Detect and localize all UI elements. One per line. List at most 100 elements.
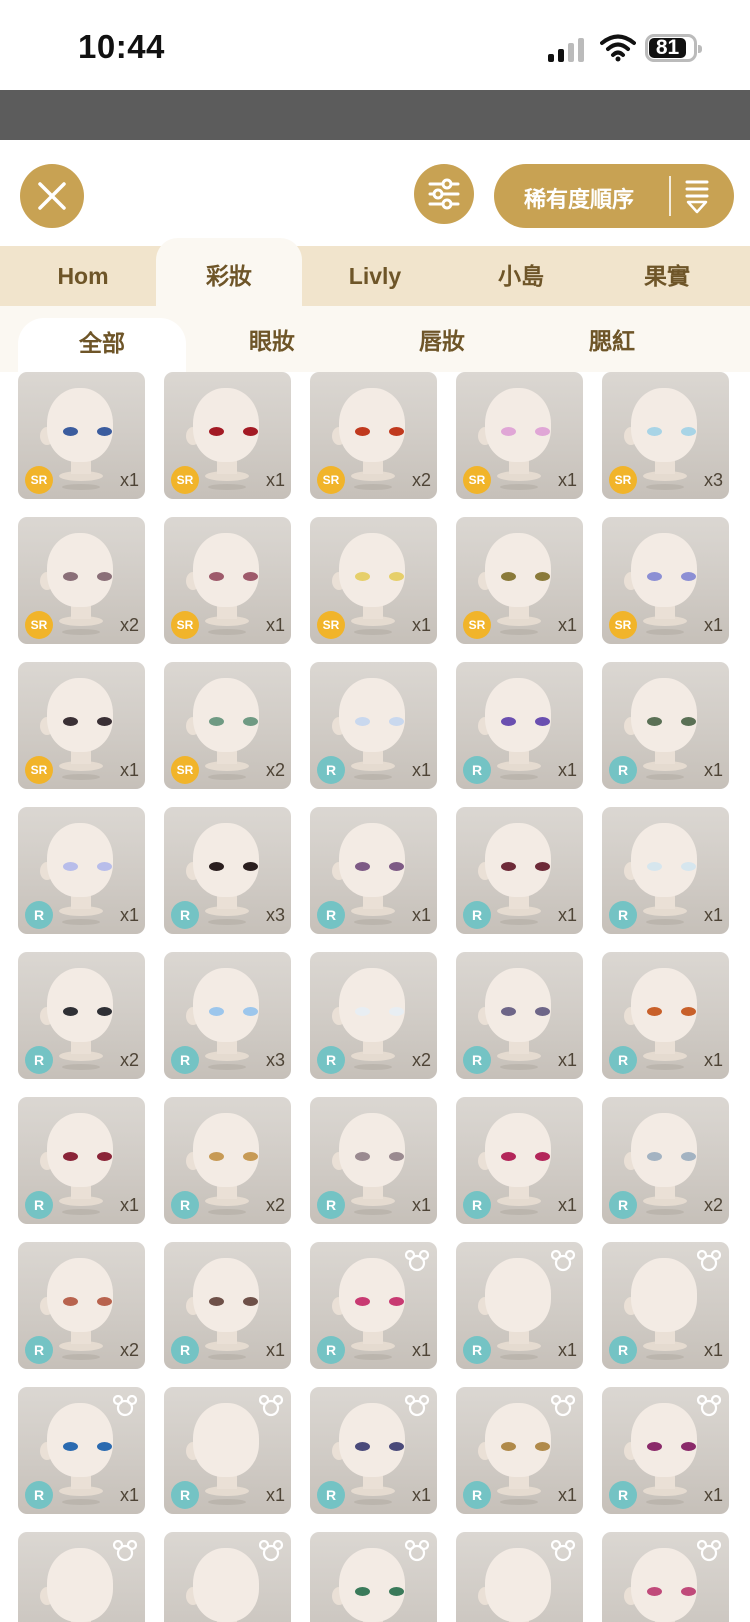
item-quantity: x1 [703, 760, 723, 780]
makeup-item-card[interactable]: Rx1 [456, 662, 583, 789]
mannequin-head [485, 823, 551, 897]
mannequin-head [339, 388, 405, 462]
makeup-item-card[interactable]: SR x1 [18, 372, 145, 499]
makeup-item-card[interactable]: Rx1 [164, 1387, 291, 1514]
makeup-item-card[interactable]: SR x1 [456, 517, 583, 644]
makeup-preview-right-eye [681, 1442, 696, 1451]
makeup-item-card[interactable]: Rx1 [310, 1097, 437, 1224]
mannequin-shadow [208, 1499, 246, 1505]
mannequin-head [339, 533, 405, 607]
mannequin-head [47, 1113, 113, 1187]
makeup-item-card[interactable] [602, 1532, 729, 1622]
filter-button[interactable] [414, 164, 474, 224]
mannequin-shadow [646, 774, 684, 780]
makeup-item-card[interactable]: Rx1 [456, 1387, 583, 1514]
makeup-preview-left-eye [63, 572, 78, 581]
makeup-preview-left-eye [209, 427, 224, 436]
rarity-badge: SR [171, 611, 199, 639]
makeup-item-card[interactable]: Rx2 [310, 952, 437, 1079]
mannequin-head [631, 1113, 697, 1187]
tab-hom[interactable]: Hom [10, 246, 156, 306]
makeup-item-card[interactable]: Rx1 [18, 1097, 145, 1224]
mannequin-shadow [500, 1064, 538, 1070]
makeup-item-card[interactable]: Rx2 [18, 1242, 145, 1369]
mannequin-head [485, 1113, 551, 1187]
rarity-badge: R [317, 756, 345, 784]
makeup-item-card[interactable]: Rx1 [456, 1242, 583, 1369]
mannequin-shadow [354, 1354, 392, 1360]
makeup-preview-right-eye [97, 1297, 112, 1306]
tab-makeup[interactable]: 彩妝 [156, 238, 302, 306]
makeup-item-card[interactable]: Rx3 [164, 807, 291, 934]
item-quantity: x1 [557, 1485, 577, 1505]
close-button[interactable] [20, 164, 84, 228]
makeup-preview-left-eye [647, 1152, 662, 1161]
makeup-preview-right-eye [243, 1007, 258, 1016]
makeup-item-card[interactable]: Rx1 [310, 1387, 437, 1514]
makeup-item-card[interactable]: Rx1 [602, 662, 729, 789]
makeup-item-card[interactable] [18, 1532, 145, 1622]
makeup-item-card[interactable]: Rx2 [602, 1097, 729, 1224]
makeup-item-card[interactable]: Rx1 [602, 1242, 729, 1369]
subtab-lip-makeup[interactable]: 唇妝 [358, 306, 526, 372]
makeup-preview-left-eye [355, 1007, 370, 1016]
tab-island[interactable]: 小島 [448, 246, 594, 306]
status-time: 10:44 [78, 28, 165, 65]
item-quantity: x1 [557, 615, 577, 635]
makeup-item-card[interactable]: SR x1 [164, 372, 291, 499]
makeup-item-card[interactable]: Rx3 [164, 952, 291, 1079]
makeup-item-card[interactable]: Rx2 [164, 1097, 291, 1224]
subtab-blush[interactable]: 腮紅 [528, 306, 696, 372]
item-quantity: x2 [411, 1050, 431, 1070]
makeup-item-card[interactable]: SR x3 [602, 372, 729, 499]
makeup-item-card[interactable] [456, 1532, 583, 1622]
makeup-item-card[interactable]: Rx1 [602, 952, 729, 1079]
makeup-preview-left-eye [501, 572, 516, 581]
makeup-item-card[interactable]: Rx1 [456, 1097, 583, 1224]
mouse-ears-icon [551, 1540, 575, 1562]
makeup-preview-right-eye [97, 427, 112, 436]
makeup-preview-right-eye [243, 427, 258, 436]
makeup-preview-right-eye [681, 572, 696, 581]
makeup-preview-left-eye [355, 1297, 370, 1306]
mannequin-shadow [62, 1064, 100, 1070]
mannequin-head [193, 968, 259, 1042]
makeup-item-card[interactable]: SR x2 [164, 662, 291, 789]
makeup-item-card[interactable]: Rx1 [310, 662, 437, 789]
makeup-item-card[interactable]: Rx1 [18, 807, 145, 934]
makeup-item-card[interactable]: Rx1 [456, 807, 583, 934]
makeup-item-card[interactable]: Rx1 [18, 1387, 145, 1514]
sort-button[interactable]: 稀有度順序 [494, 164, 734, 228]
makeup-item-card[interactable]: SR x1 [602, 517, 729, 644]
makeup-item-card[interactable]: Rx1 [602, 807, 729, 934]
makeup-item-card[interactable]: Rx1 [456, 952, 583, 1079]
item-quantity: x1 [557, 905, 577, 925]
makeup-item-card[interactable]: SR x1 [164, 517, 291, 644]
makeup-item-card[interactable]: SR x1 [18, 662, 145, 789]
makeup-item-card[interactable] [164, 1532, 291, 1622]
makeup-item-card[interactable]: SR x1 [310, 517, 437, 644]
makeup-preview-left-eye [355, 427, 370, 436]
mannequin-shadow [62, 919, 100, 925]
subtab-eye-makeup[interactable]: 眼妝 [188, 306, 356, 372]
makeup-item-card[interactable]: Rx1 [602, 1387, 729, 1514]
makeup-item-card[interactable]: Rx1 [310, 1242, 437, 1369]
item-quantity: x1 [557, 1050, 577, 1070]
makeup-item-card[interactable]: SR x2 [18, 517, 145, 644]
mannequin-head [193, 533, 259, 607]
makeup-item-card[interactable]: SR x1 [456, 372, 583, 499]
battery-icon: 81 [645, 34, 702, 62]
makeup-item-card[interactable]: SR x2 [310, 372, 437, 499]
makeup-item-card[interactable]: Rx2 [18, 952, 145, 1079]
rarity-badge: R [25, 901, 53, 929]
item-quantity: x1 [411, 1485, 431, 1505]
makeup-item-card[interactable]: Rx1 [164, 1242, 291, 1369]
tab-livly[interactable]: Livly [302, 246, 448, 306]
tab-fruit[interactable]: 果實 [594, 246, 740, 306]
makeup-item-card[interactable] [310, 1532, 437, 1622]
close-icon [38, 182, 66, 210]
makeup-preview-right-eye [535, 1152, 550, 1161]
mannequin-head [47, 1548, 113, 1622]
makeup-item-card[interactable]: Rx1 [310, 807, 437, 934]
subtab-all[interactable]: 全部 [18, 318, 186, 372]
